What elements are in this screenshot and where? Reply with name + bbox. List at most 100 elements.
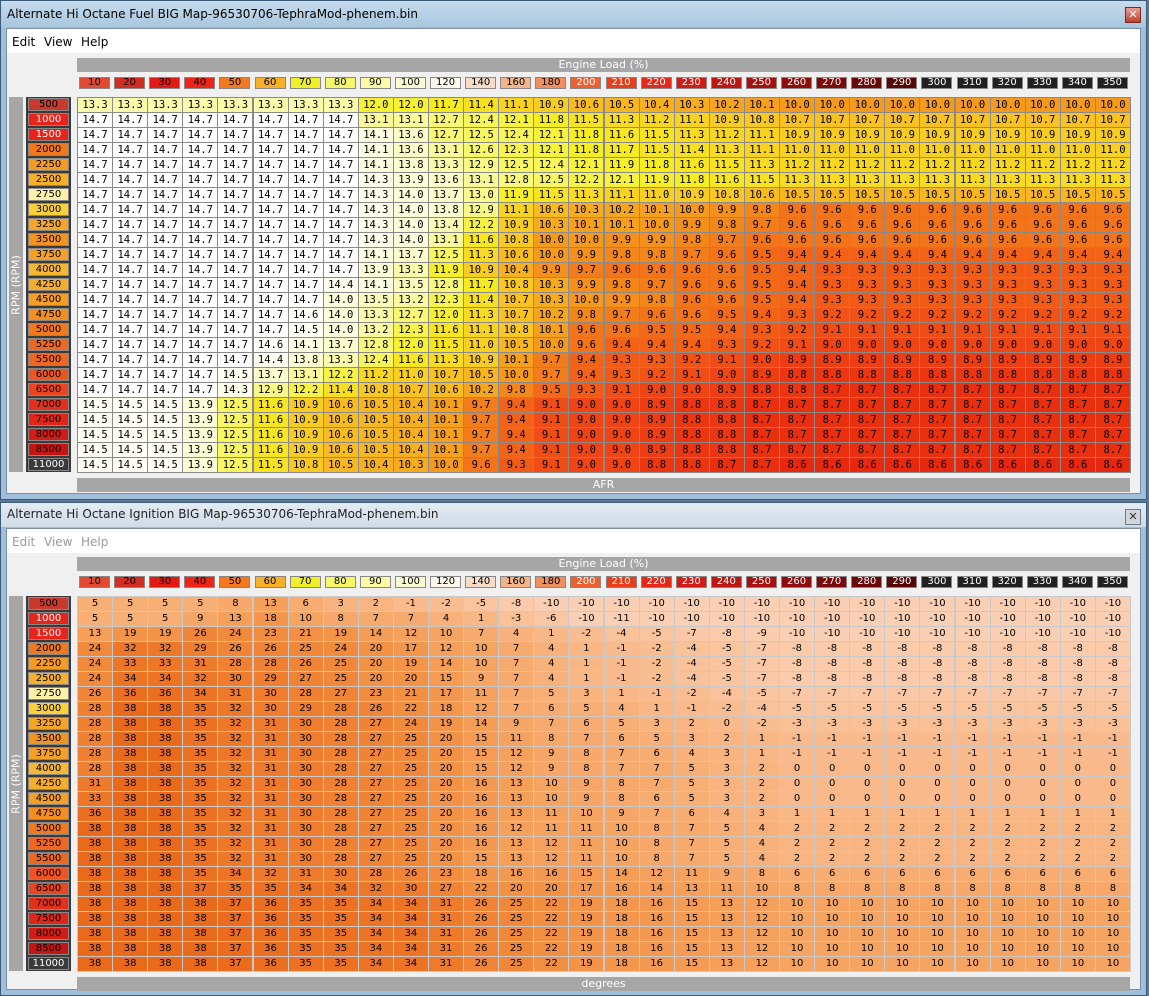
fuel-cell[interactable]: 10.0 bbox=[673, 202, 710, 218]
fuel-cell[interactable]: 9.6 bbox=[849, 202, 886, 218]
fuel-cell[interactable]: 10.9 bbox=[884, 127, 921, 143]
fuel-cell[interactable]: 14.0 bbox=[392, 217, 429, 233]
ignition-cell[interactable]: 5 bbox=[147, 596, 184, 612]
ignition-cell[interactable]: 20 bbox=[533, 881, 570, 897]
fuel-cell[interactable]: 9.6 bbox=[1024, 232, 1061, 248]
fuel-cell[interactable]: 10.0 bbox=[1024, 97, 1061, 113]
ignition-cell[interactable]: 10 bbox=[954, 956, 991, 972]
fuel-menu-view[interactable]: View bbox=[44, 35, 72, 49]
ignition-cell[interactable]: 0 bbox=[919, 761, 956, 777]
ignition-cell[interactable]: 25 bbox=[498, 941, 535, 957]
ignition-cell[interactable]: 19 bbox=[428, 716, 465, 732]
ignition-cell[interactable]: 15 bbox=[568, 866, 605, 882]
ignition-cell[interactable]: 7 bbox=[357, 611, 394, 627]
ignition-cell[interactable]: 38 bbox=[147, 821, 184, 837]
ignition-cell[interactable]: 15 bbox=[463, 851, 500, 867]
ignition-cell[interactable]: 5 bbox=[77, 611, 114, 627]
ignition-cell[interactable]: 10 bbox=[849, 941, 886, 957]
fuel-cell[interactable]: 9.7 bbox=[463, 412, 500, 428]
fuel-cell[interactable]: 10.5 bbox=[357, 442, 394, 458]
fuel-cell[interactable]: 14.7 bbox=[252, 277, 289, 293]
fuel-cell[interactable]: 10.9 bbox=[498, 217, 535, 233]
fuel-cell[interactable]: 14.4 bbox=[322, 277, 359, 293]
fuel-cell[interactable]: 10.7 bbox=[849, 112, 886, 128]
ignition-menu-view[interactable]: View bbox=[44, 535, 72, 549]
ignition-cell[interactable]: -8 bbox=[1094, 641, 1131, 657]
fuel-cell[interactable]: 10.7 bbox=[1059, 112, 1096, 128]
fuel-cell[interactable]: 9.3 bbox=[1024, 292, 1061, 308]
ignition-cell[interactable]: -1 bbox=[814, 746, 851, 762]
ignition-cell[interactable]: 38 bbox=[147, 926, 184, 942]
fuel-cell[interactable]: 8.8 bbox=[673, 442, 710, 458]
fuel-cell[interactable]: 14.7 bbox=[112, 217, 149, 233]
ignition-cell[interactable]: -1 bbox=[603, 641, 640, 657]
fuel-cell[interactable]: 14.5 bbox=[112, 397, 149, 413]
fuel-cell[interactable]: 11.3 bbox=[673, 127, 710, 143]
ignition-cell[interactable]: -10 bbox=[603, 596, 640, 612]
fuel-cell[interactable]: 8.7 bbox=[743, 412, 780, 428]
ignition-cell[interactable]: 5 bbox=[673, 791, 710, 807]
fuel-cell[interactable]: 14.4 bbox=[252, 352, 289, 368]
ignition-cell[interactable]: -1 bbox=[1059, 746, 1096, 762]
fuel-cell[interactable]: 14.7 bbox=[182, 277, 219, 293]
fuel-cell[interactable]: 11.5 bbox=[428, 337, 465, 353]
fuel-cell[interactable]: 14.7 bbox=[252, 322, 289, 338]
ignition-cell[interactable]: 10 bbox=[428, 626, 465, 642]
ignition-cell[interactable]: -5 bbox=[814, 701, 851, 717]
ignition-cell[interactable]: -8 bbox=[814, 656, 851, 672]
fuel-cell[interactable]: 14.3 bbox=[357, 172, 394, 188]
ignition-cell[interactable]: 1 bbox=[919, 806, 956, 822]
ignition-cell[interactable]: 4 bbox=[743, 851, 780, 867]
fuel-cell[interactable]: 9.8 bbox=[603, 247, 640, 263]
ignition-cell[interactable]: 8 bbox=[1059, 881, 1096, 897]
fuel-cell[interactable]: 11.2 bbox=[1094, 157, 1131, 173]
fuel-cell[interactable]: 8.7 bbox=[1024, 427, 1061, 443]
ignition-cell[interactable]: 2 bbox=[919, 821, 956, 837]
ignition-cell[interactable]: 29 bbox=[252, 671, 289, 687]
ignition-cell[interactable]: 34 bbox=[147, 671, 184, 687]
fuel-cell[interactable]: 9.6 bbox=[1059, 217, 1096, 233]
ignition-cell[interactable]: -10 bbox=[779, 596, 816, 612]
fuel-cell[interactable]: 14.7 bbox=[252, 262, 289, 278]
ignition-cell[interactable]: -3 bbox=[919, 716, 956, 732]
fuel-cell[interactable]: 14.7 bbox=[252, 112, 289, 128]
ignition-cell[interactable]: -5 bbox=[463, 596, 500, 612]
ignition-cell[interactable]: 37 bbox=[217, 911, 254, 927]
ignition-cell[interactable]: -8 bbox=[849, 641, 886, 657]
fuel-cell[interactable]: 9.5 bbox=[743, 277, 780, 293]
ignition-cell[interactable]: -2 bbox=[638, 671, 675, 687]
ignition-cell[interactable]: 36 bbox=[252, 896, 289, 912]
ignition-cell[interactable]: 25 bbox=[392, 851, 429, 867]
ignition-cell[interactable]: -7 bbox=[1094, 686, 1131, 702]
fuel-cell[interactable]: 9.3 bbox=[1024, 277, 1061, 293]
fuel-cell[interactable]: 10.6 bbox=[322, 397, 359, 413]
fuel-cell[interactable]: 9.9 bbox=[533, 262, 570, 278]
ignition-cell[interactable]: 38 bbox=[77, 896, 114, 912]
ignition-cell[interactable]: 31 bbox=[252, 821, 289, 837]
ignition-cell[interactable]: -1 bbox=[1094, 731, 1131, 747]
fuel-cell[interactable]: 14.3 bbox=[357, 187, 394, 203]
ignition-cell[interactable]: 10 bbox=[1059, 896, 1096, 912]
ignition-cell[interactable]: 0 bbox=[814, 776, 851, 792]
fuel-cell[interactable]: 13.8 bbox=[287, 352, 324, 368]
fuel-cell[interactable]: 13.5 bbox=[392, 277, 429, 293]
ignition-cell[interactable]: -1 bbox=[884, 746, 921, 762]
ignition-cell[interactable]: 25 bbox=[498, 911, 535, 927]
ignition-cell[interactable]: 5 bbox=[568, 701, 605, 717]
ignition-cell[interactable]: 26 bbox=[463, 956, 500, 972]
ignition-cell[interactable]: -8 bbox=[1024, 671, 1061, 687]
ignition-cell[interactable]: -7 bbox=[989, 686, 1026, 702]
ignition-cell[interactable]: 30 bbox=[287, 776, 324, 792]
ignition-cell[interactable]: 19 bbox=[147, 626, 184, 642]
ignition-cell[interactable]: 8 bbox=[743, 866, 780, 882]
ignition-cell[interactable]: 38 bbox=[77, 926, 114, 942]
fuel-cell[interactable]: 13.1 bbox=[428, 232, 465, 248]
fuel-cell[interactable]: 9.6 bbox=[989, 232, 1026, 248]
fuel-cell[interactable]: 9.6 bbox=[1059, 202, 1096, 218]
fuel-cell[interactable]: 8.7 bbox=[989, 412, 1026, 428]
ignition-cell[interactable]: 34 bbox=[217, 866, 254, 882]
fuel-cell[interactable]: 14.7 bbox=[112, 142, 149, 158]
ignition-cell[interactable]: -8 bbox=[919, 671, 956, 687]
fuel-cell[interactable]: 9.3 bbox=[814, 262, 851, 278]
fuel-cell[interactable]: 8.7 bbox=[919, 427, 956, 443]
